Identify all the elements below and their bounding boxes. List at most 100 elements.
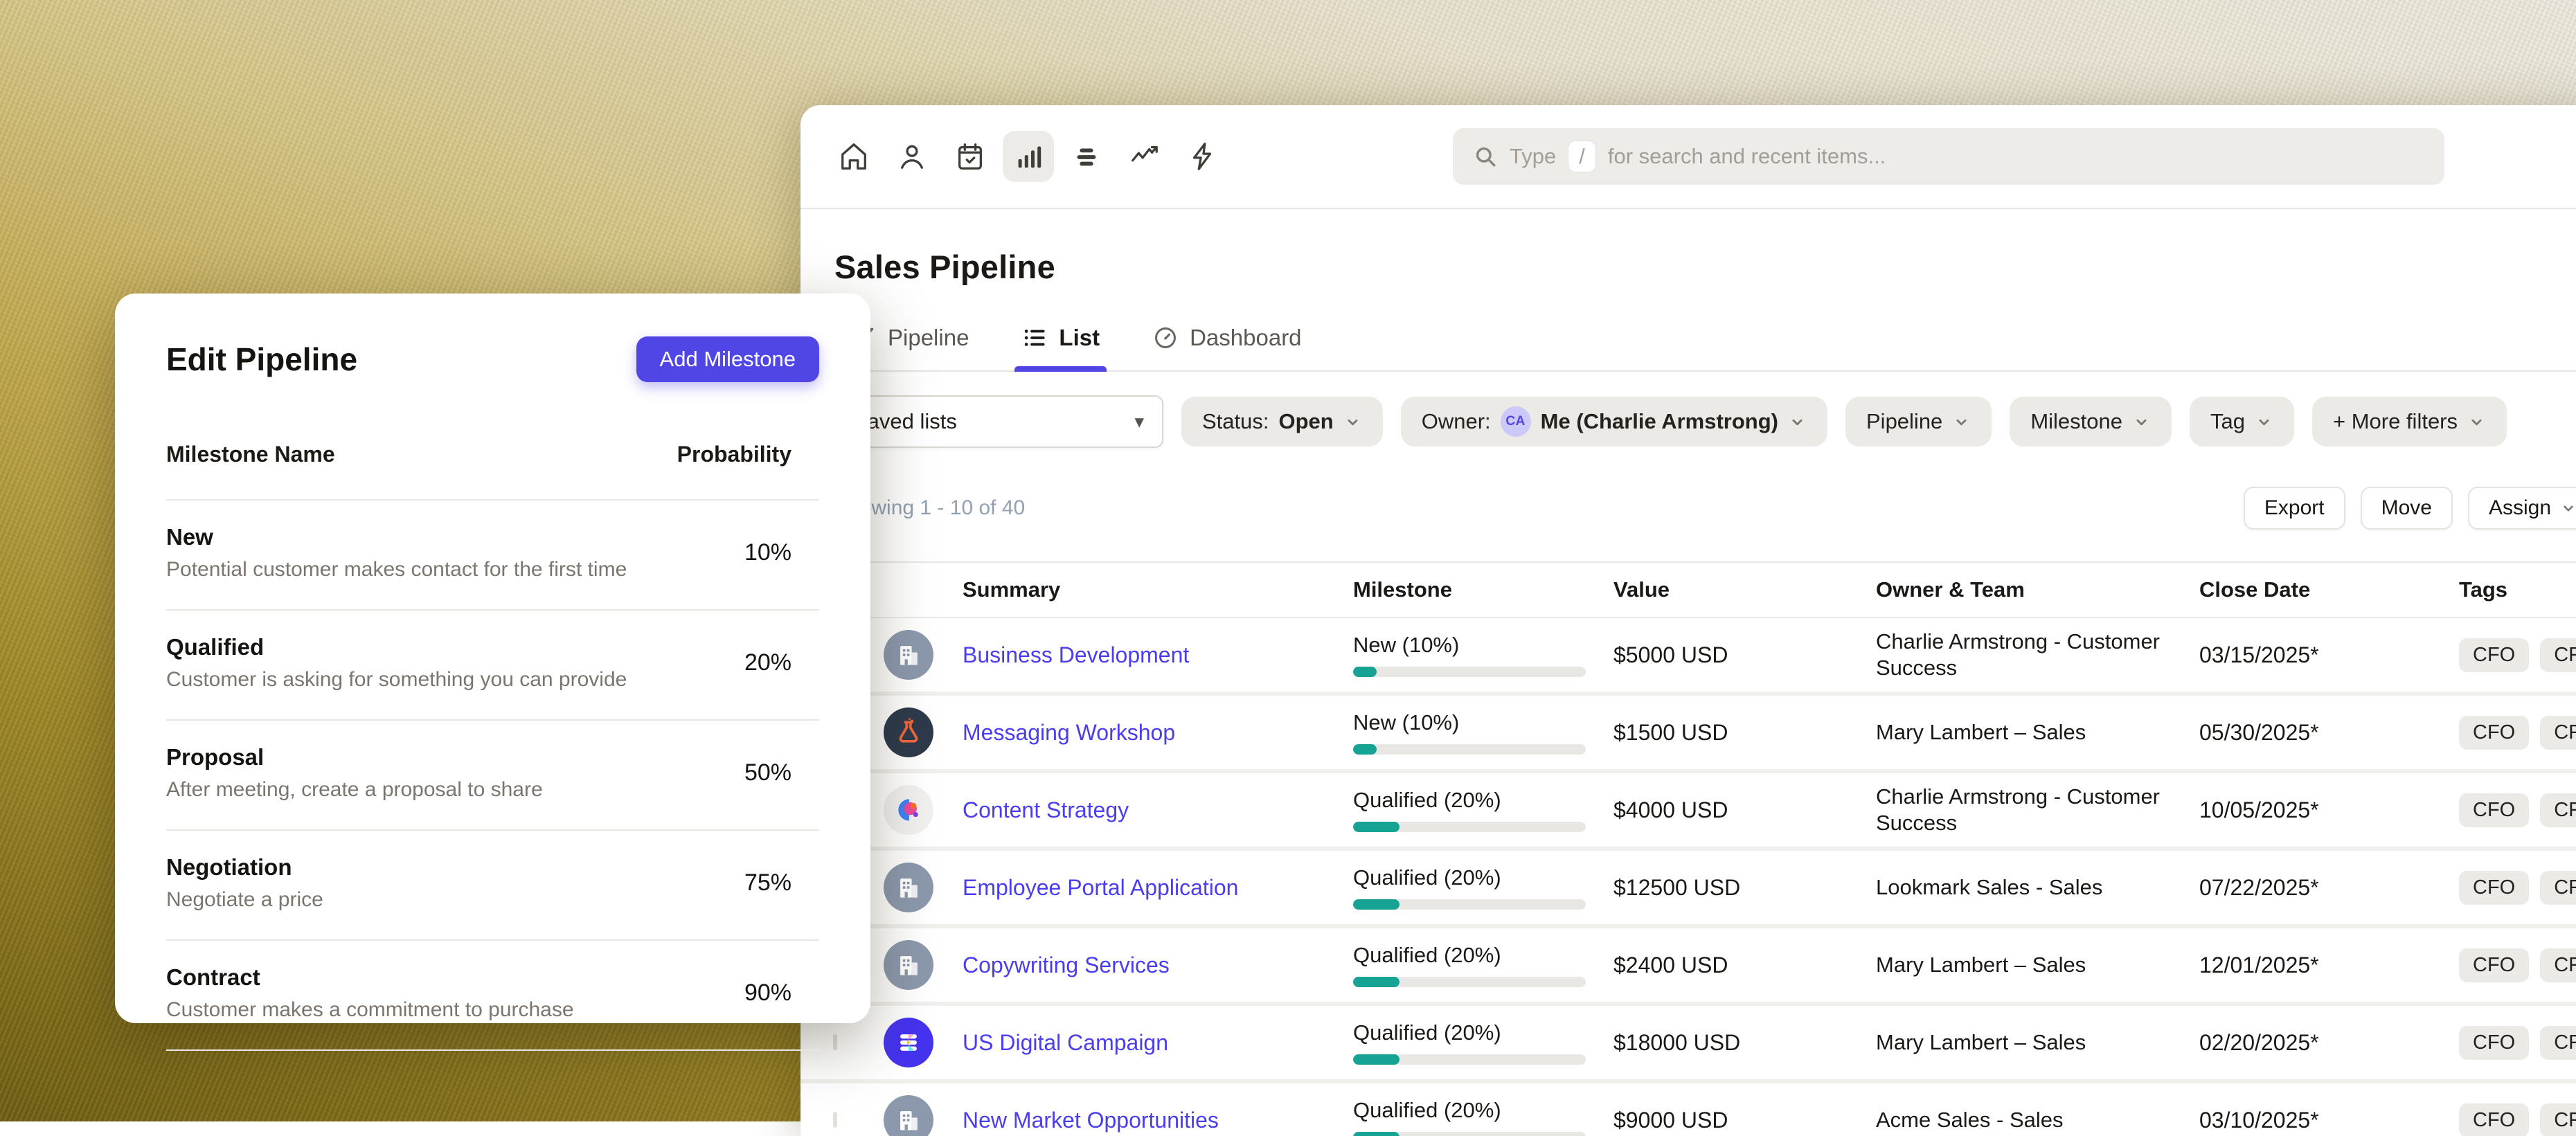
deal-link[interactable]: US Digital Campaign [963,1030,1353,1056]
deal-value: $18000 USD [1613,1030,1876,1056]
bar-chart-icon[interactable] [1003,131,1054,182]
tag-badge[interactable]: CFO [2459,1026,2529,1060]
deal-owner: Lookmark Sales - Sales [1876,874,2199,901]
deal-close-date: 02/20/2025* [2199,1030,2459,1056]
deal-link[interactable]: Content Strategy [963,797,1353,823]
more-filters-chip[interactable]: + More filters [2312,397,2507,447]
tag-badge[interactable]: CFO [2459,871,2529,905]
home-icon[interactable] [828,131,879,182]
deal-link[interactable]: Employee Portal Application [963,875,1353,901]
add-milestone-button[interactable]: Add Milestone [636,336,819,382]
page-title: Sales Pipeline [834,248,2576,286]
deal-owner: Mary Lambert – Sales [1876,719,2199,746]
milestone-label: New (10%) [1353,710,1613,735]
milestone-name: Proposal [166,744,543,770]
gauge-icon [1152,325,1179,351]
tag-badge[interactable]: CFO [2540,638,2576,672]
building-icon [884,1095,933,1136]
milestone-probability: 10% [744,539,819,566]
milestone-label: Qualified (20%) [1353,943,1613,968]
milestone-row[interactable]: Proposal After meeting, create a proposa… [166,721,819,831]
deal-owner: Charlie Armstrong - Customer Success [1876,784,2199,836]
tab-dashboard[interactable]: Dashboard [1152,325,1301,370]
tag-badge[interactable]: CFO [2540,793,2576,827]
row-checkbox[interactable] [833,1034,837,1050]
milestone-description: Negotiate a price [166,888,323,912]
deal-link[interactable]: Copywriting Services [963,953,1353,978]
owner-avatar: CA [1501,406,1531,437]
deal-value: $12500 USD [1613,875,1876,901]
deal-close-date: 12/01/2025* [2199,953,2459,978]
col-summary[interactable]: Summary [963,577,1353,602]
deal-link[interactable]: New Market Opportunities [963,1108,1353,1133]
tag-badge[interactable]: CFO [2540,948,2576,982]
table-header: Summary Milestone Value Owner & Team Clo… [800,561,2576,618]
calendar-check-icon[interactable] [945,131,996,182]
milestone-name: Contract [166,964,574,991]
table-row[interactable]: Content Strategy Qualified (20%) $4000 U… [800,773,2576,851]
tag-badge[interactable]: CFO [2459,793,2529,827]
table-row[interactable]: Employee Portal Application Qualified (2… [800,851,2576,928]
deals-table: Summary Milestone Value Owner & Team Clo… [800,561,2576,1136]
rows-icon[interactable] [1061,131,1112,182]
tab-list[interactable]: List [1021,325,1100,370]
chevron-down-icon [2559,499,2576,517]
table-row[interactable]: Business Development New (10%) $5000 USD… [800,618,2576,696]
col-milestone[interactable]: Milestone [1353,577,1613,602]
building-icon [884,940,933,990]
chevron-down-icon [2132,413,2151,431]
user-icon[interactable] [886,131,938,182]
export-button[interactable]: Export [2244,487,2345,530]
table-row[interactable]: New Market Opportunities Qualified (20%)… [800,1083,2576,1136]
milestone-progress [1353,744,1586,755]
tag-badge[interactable]: CFO [2459,948,2529,982]
milestone-row[interactable]: Contract Customer makes a commitment to … [166,941,819,1051]
caret-down-icon: ▾ [1134,411,1144,433]
tag-badge[interactable]: CFO [2459,1103,2529,1136]
saved-lists-select[interactable]: Saved lists ▾ [834,395,1163,448]
table-row[interactable]: Copywriting Services Qualified (20%) $24… [800,928,2576,1006]
col-tags[interactable]: Tags [2459,577,2576,602]
milestone-row[interactable]: Negotiation Negotiate a price 75% [166,831,819,941]
pipeline-filter-chip[interactable]: Pipeline [1845,397,1992,447]
col-owner[interactable]: Owner & Team [1876,577,2199,602]
edit-pipeline-modal: Edit Pipeline Add Milestone Milestone Na… [115,294,870,1023]
tag-badge[interactable]: CFO [2459,716,2529,750]
milestone-name: Negotiation [166,854,323,881]
deal-link[interactable]: Business Development [963,642,1353,668]
results-toolbar: Showing 1 - 10 of 40 Export Move Assign [800,487,2576,530]
tag-badge[interactable]: CFO [2540,871,2576,905]
search-input[interactable]: Type / for search and recent items... [1453,128,2444,185]
deal-value: $9000 USD [1613,1108,1876,1133]
milestone-label: Qualified (20%) [1353,1020,1613,1045]
milestone-progress [1353,1054,1586,1065]
milestone-filter-chip[interactable]: Milestone [2010,397,2172,447]
tag-badge[interactable]: CFO [2540,1103,2576,1136]
milestone-label: Qualified (20%) [1353,1098,1613,1123]
table-row[interactable]: Messaging Workshop New (10%) $1500 USD M… [800,696,2576,773]
move-button[interactable]: Move [2361,487,2453,530]
milestone-label: New (10%) [1353,633,1613,658]
tag-badge[interactable]: CFO [2540,1026,2576,1060]
deal-link[interactable]: Messaging Workshop [963,720,1353,746]
search-placeholder: for search and recent items... [1608,144,1886,169]
col-value[interactable]: Value [1613,577,1876,602]
milestone-row[interactable]: Qualified Customer is asking for somethi… [166,611,819,721]
milestone-label: Qualified (20%) [1353,865,1613,890]
tag-badge[interactable]: CFO [2540,716,2576,750]
chevron-down-icon [1952,413,1971,431]
stripes-logo-icon [884,1018,933,1067]
table-row[interactable]: US Digital Campaign Qualified (20%) $180… [800,1006,2576,1083]
owner-filter-chip[interactable]: Owner: CA Me (Charlie Armstrong) [1401,397,1827,447]
assign-button[interactable]: Assign [2468,487,2576,530]
col-close-date[interactable]: Close Date [2199,577,2459,602]
milestone-description: After meeting, create a proposal to shar… [166,778,543,802]
tag-badge[interactable]: CFO [2459,638,2529,672]
row-checkbox[interactable] [833,1112,837,1128]
status-filter-chip[interactable]: Status: Open [1181,397,1383,447]
chevron-down-icon [2255,413,2273,431]
lightning-icon[interactable] [1177,131,1228,182]
milestone-row[interactable]: New Potential customer makes contact for… [166,501,819,611]
tag-filter-chip[interactable]: Tag [2190,397,2294,447]
activity-icon[interactable] [1119,131,1170,182]
